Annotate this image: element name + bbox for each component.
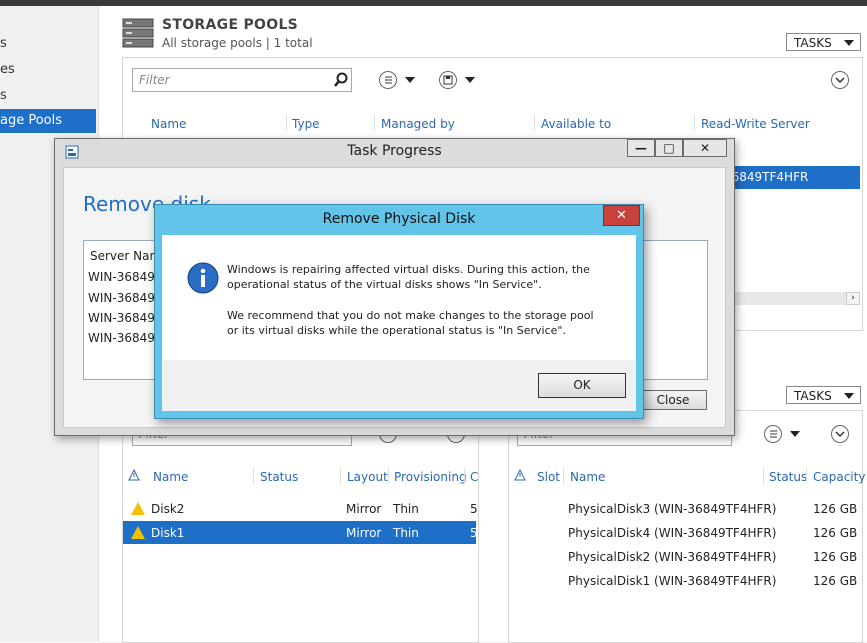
server-row: WIN-36849T — [88, 270, 163, 284]
physical-disk-name[interactable]: PhysicalDisk1 (WIN-36849TF4HFR) — [568, 574, 776, 588]
chevron-down-icon[interactable] — [465, 77, 475, 83]
col-divider — [340, 468, 341, 484]
nav-item-label: s — [0, 88, 7, 103]
page-title: STORAGE POOLS — [162, 17, 299, 33]
nav-item-3[interactable]: s — [0, 84, 96, 108]
col-managed-by[interactable]: Managed by — [381, 117, 455, 131]
chevron-down-icon — [844, 40, 854, 46]
list-view-icon[interactable] — [379, 71, 397, 89]
filter-placeholder: Filter — [139, 73, 170, 87]
col-name[interactable]: Name — [570, 470, 605, 484]
table-row[interactable]: Disk1 Mirror Thin 5 — [123, 521, 478, 544]
close-button-label: Close — [656, 393, 690, 407]
dialog-title: Remove Physical Disk — [322, 211, 476, 227]
filter-input[interactable]: Filter — [132, 68, 352, 92]
ok-button[interactable]: OK — [538, 373, 626, 398]
close-icon[interactable]: ✕ — [603, 205, 640, 226]
maximize-button[interactable]: □ — [655, 139, 683, 157]
close-window-button[interactable]: ✕ — [683, 139, 727, 157]
col-capacity[interactable]: C — [470, 470, 478, 484]
tasks-dropdown-physical[interactable]: TASKS — [786, 386, 861, 404]
col-divider — [374, 115, 375, 131]
dialog-footer: OK — [162, 360, 636, 411]
nav-item-label: age Pools — [0, 113, 63, 128]
col-divider — [464, 468, 465, 484]
info-icon — [187, 262, 219, 294]
disk-layout: Mirror — [346, 526, 382, 540]
server-row: WIN-36849T — [88, 311, 163, 325]
nav-item-1[interactable]: s — [0, 32, 96, 56]
tasks-label: TASKS — [794, 36, 832, 50]
table-row[interactable]: Disk2 Mirror Thin 5 — [123, 497, 478, 520]
message-paragraph-1: Windows is repairing affected virtual di… — [227, 263, 590, 291]
physical-disk-name[interactable]: PhysicalDisk4 (WIN-36849TF4HFR) — [568, 526, 776, 540]
minimize-button[interactable]: — — [627, 139, 655, 157]
server-row: WIN-36849T — [88, 291, 163, 305]
physical-disk-name[interactable]: PhysicalDisk3 (WIN-36849TF4HFR) — [568, 502, 776, 516]
col-status[interactable]: Status — [260, 470, 298, 484]
nav-item-label: s — [0, 36, 7, 51]
col-divider — [253, 468, 254, 484]
warning-column-icon — [128, 468, 140, 481]
col-type[interactable]: Type — [292, 117, 320, 131]
scroll-right-icon[interactable]: › — [846, 292, 860, 305]
col-divider — [694, 115, 695, 131]
col-layout[interactable]: Layout — [347, 470, 388, 484]
remove-physical-disk-dialog: Remove Physical Disk ✕ Windows is repair… — [154, 204, 644, 419]
col-name[interactable]: Name — [153, 470, 188, 484]
chevron-down-icon — [844, 393, 854, 399]
col-provisioning[interactable]: Provisioning — [394, 470, 467, 484]
page-subtitle: All storage pools | 1 total — [162, 36, 313, 50]
close-button[interactable]: Close — [639, 390, 707, 410]
col-slot[interactable]: Slot — [537, 470, 560, 484]
tasks-label: TASKS — [794, 389, 832, 403]
disk-name: Disk1 — [151, 526, 185, 540]
physical-disk-capacity: 126 GB — [813, 550, 858, 564]
col-name[interactable]: Name — [151, 117, 186, 131]
disk-provisioning: Thin — [393, 502, 419, 516]
disk-capacity: 5 — [470, 526, 478, 540]
chevron-down-icon[interactable] — [790, 431, 800, 437]
search-icon[interactable] — [333, 72, 349, 88]
save-query-icon[interactable] — [439, 71, 457, 89]
table-row[interactable]: 36849TF4HFR — [714, 166, 860, 189]
storage-pool-icon — [122, 16, 154, 48]
nav-item-2[interactable]: es — [0, 58, 96, 82]
physical-disk-name[interactable]: PhysicalDisk2 (WIN-36849TF4HFR) — [568, 550, 776, 564]
message-paragraph-2: We recommend that you do not make change… — [227, 309, 594, 337]
expand-icon[interactable] — [831, 425, 849, 443]
physical-disk-capacity: 126 GB — [813, 502, 858, 516]
col-divider — [388, 468, 389, 484]
disk-provisioning: Thin — [393, 526, 419, 540]
ok-button-label: OK — [573, 378, 591, 392]
horizontal-scrollbar[interactable] — [728, 292, 860, 305]
col-divider — [806, 468, 807, 484]
col-read-write-server[interactable]: Read-Write Server — [701, 117, 810, 131]
nav-item-label: es — [0, 62, 15, 77]
warning-column-icon — [514, 468, 526, 481]
col-available-to[interactable]: Available to — [541, 117, 611, 131]
col-capacity[interactable]: Capacity — [813, 470, 865, 484]
col-status[interactable]: Status — [769, 470, 807, 484]
warning-icon — [131, 526, 145, 539]
dialog-body: Windows is repairing affected virtual di… — [162, 235, 636, 411]
row-server-text: 36849TF4HFR — [724, 170, 809, 184]
col-divider — [286, 115, 287, 131]
expand-icon[interactable] — [831, 71, 849, 89]
warning-icon — [131, 502, 145, 515]
physical-disk-capacity: 126 GB — [813, 574, 858, 588]
disk-capacity: 5 — [470, 502, 478, 516]
tasks-dropdown[interactable]: TASKS — [786, 33, 861, 51]
col-divider — [534, 115, 535, 131]
nav-item-storage-pools[interactable]: age Pools — [0, 109, 96, 133]
col-divider — [563, 468, 564, 484]
server-row: WIN-36849T — [88, 331, 163, 345]
col-divider — [763, 468, 764, 484]
disk-layout: Mirror — [346, 502, 382, 516]
chevron-down-icon[interactable] — [405, 77, 415, 83]
physical-disk-capacity: 126 GB — [813, 526, 858, 540]
disk-name: Disk2 — [151, 502, 185, 516]
list-view-icon[interactable] — [764, 425, 782, 443]
